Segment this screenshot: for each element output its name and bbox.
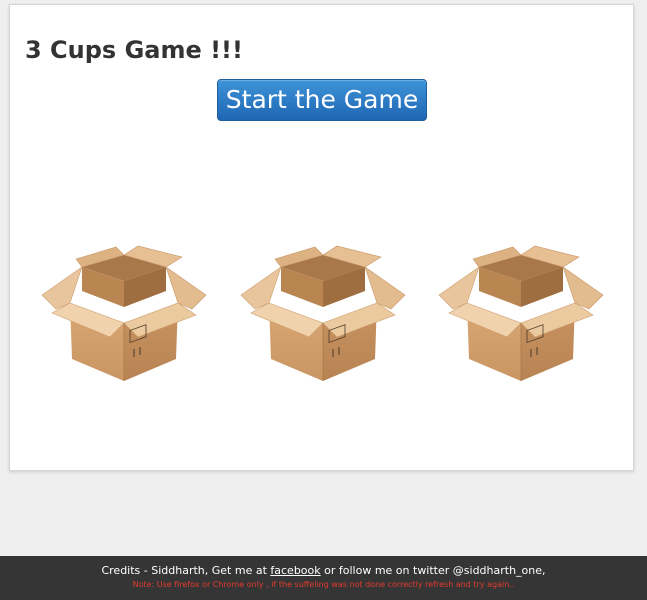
game-card: 3 Cups Game !!! Start the Game bbox=[9, 4, 634, 471]
cardboard-box-1[interactable] bbox=[38, 245, 210, 383]
credits-prefix: Credits - Siddharth, Get me at bbox=[101, 564, 271, 577]
cardboard-box-2[interactable] bbox=[237, 245, 409, 383]
credits-suffix: or follow me on twitter @siddharth_one, bbox=[320, 564, 546, 577]
open-cardboard-box-icon bbox=[240, 245, 406, 381]
page-title: 3 Cups Game !!! bbox=[25, 36, 243, 64]
open-cardboard-box-icon bbox=[41, 245, 207, 381]
cardboard-box-3[interactable] bbox=[435, 245, 607, 383]
credits-line: Credits - Siddharth, Get me at facebook … bbox=[0, 563, 647, 578]
start-game-button[interactable]: Start the Game bbox=[217, 79, 427, 121]
footer: Credits - Siddharth, Get me at facebook … bbox=[0, 556, 647, 600]
facebook-link[interactable]: facebook bbox=[270, 564, 320, 577]
browser-note: Note: Use firefox or Chrome only , if th… bbox=[132, 580, 515, 589]
open-cardboard-box-icon bbox=[438, 245, 604, 381]
